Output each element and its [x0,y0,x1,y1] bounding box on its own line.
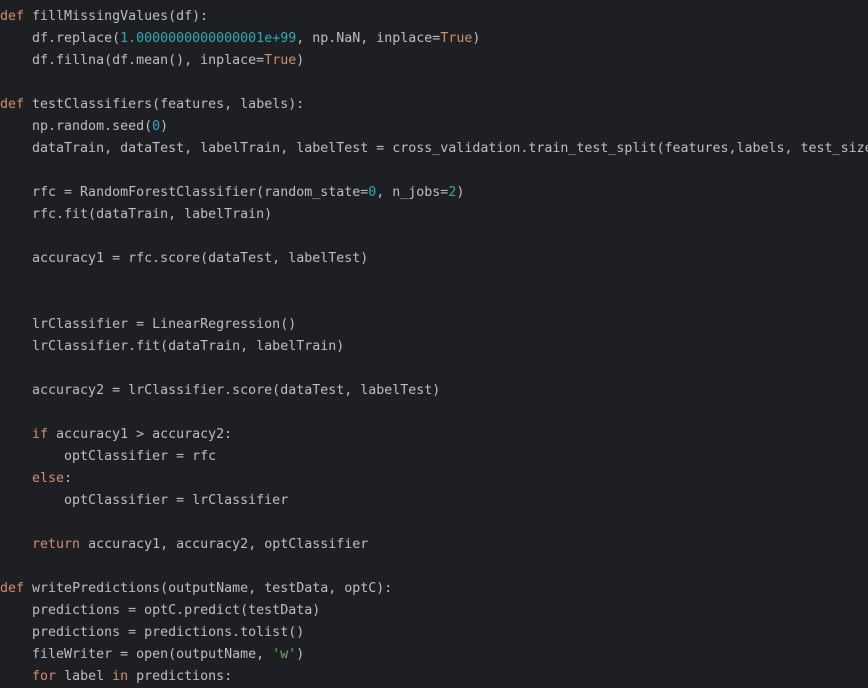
code-line[interactable]: df.replace(1.0000000000000001e+99, np.Na… [0,28,868,50]
code-line[interactable]: if accuracy1 > accuracy2: [0,424,868,446]
code-text: testClassifiers(features, labels): [24,97,305,112]
code-line[interactable]: ​ [0,226,868,248]
code-line[interactable]: def testClassifiers(features, labels): [0,94,868,116]
code-line[interactable]: rfc = RandomForestClassifier(random_stat… [0,182,868,204]
code-editor[interactable]: def fillMissingValues(df): df.replace(1.… [0,0,868,688]
keyword-token: in [112,669,129,684]
code-line[interactable]: lrClassifier.fit(dataTrain, labelTrain) [0,336,868,358]
code-text: accuracy1, accuracy2, optClassifier [80,537,369,552]
string-token: 'w' [272,647,297,662]
code-line[interactable]: df.fillna(df.mean(), inplace=True) [0,50,868,72]
code-text: ) [296,53,305,68]
code-text: fillMissingValues(df): [24,9,209,24]
code-line[interactable]: dataTrain, dataTest, labelTrain, labelTe… [0,138,868,160]
code-line[interactable]: ​ [0,556,868,578]
code-area[interactable]: def fillMissingValues(df): df.replace(1.… [0,6,868,688]
keyword-token: def [0,9,25,24]
code-text: accuracy1 > accuracy2: [48,427,233,442]
code-line[interactable]: accuracy1 = rfc.score(dataTest, labelTes… [0,248,868,270]
code-text: , n_jobs= [376,185,449,200]
code-line[interactable]: ​ [0,160,868,182]
code-text: np.random.seed( [0,119,153,134]
code-text: lrClassifier.fit(dataTrain, labelTrain) [0,339,345,354]
code-text: df.fillna(df.mean(), inplace= [0,53,265,68]
keyword-token: for [32,669,57,684]
code-text: label [56,669,113,684]
code-line[interactable]: accuracy2 = lrClassifier.score(dataTest,… [0,380,868,402]
code-text: rfc.fit(dataTrain, labelTrain) [0,207,273,222]
keyword-token: def [0,97,25,112]
code-text: fileWriter = open(outputName, [0,647,273,662]
keyword-token: True [264,53,297,68]
code-line[interactable]: ​ [0,512,868,534]
code-line[interactable]: ​ [0,292,868,314]
code-line[interactable]: ​ [0,72,868,94]
code-text: rfc = RandomForestClassifier(random_stat… [0,185,369,200]
keyword-token: def [0,581,25,596]
keyword-token: return [32,537,81,552]
code-text: df.replace( [0,31,121,46]
code-text: , np.NaN, inplace= [296,31,441,46]
code-line[interactable]: ​ [0,270,868,292]
keyword-token: True [440,31,473,46]
code-text: predictions = optC.predict(testData) [0,603,321,618]
code-text: predictions: [128,669,233,684]
code-line[interactable]: ​ [0,358,868,380]
code-text: optClassifier = rfc [0,449,217,464]
number-token: 1.0000000000000001e+99 [120,31,297,46]
keyword-token: if [32,427,49,442]
code-line[interactable]: def writePredictions(outputName, testDat… [0,578,868,600]
code-text: lrClassifier = LinearRegression() [0,317,297,332]
code-text: writePredictions(outputName, testData, o… [24,581,393,596]
code-line[interactable]: def fillMissingValues(df): [0,6,868,28]
code-text: predictions = predictions.tolist() [0,625,305,640]
code-text: accuracy1 = rfc.score(dataTest, labelTes… [0,251,369,266]
number-token: 0 [152,119,161,134]
code-text: ) [472,31,481,46]
code-text: ) [456,185,465,200]
code-line[interactable]: predictions = predictions.tolist() [0,622,868,644]
code-line[interactable]: np.random.seed(0) [0,116,868,138]
code-text: dataTrain, dataTest, labelTrain, labelTe… [0,141,868,156]
keyword-token: else [32,471,65,486]
code-text: ) [160,119,169,134]
code-line[interactable]: fileWriter = open(outputName, 'w') [0,644,868,666]
code-line[interactable]: rfc.fit(dataTrain, labelTrain) [0,204,868,226]
code-line[interactable]: ​ [0,402,868,424]
code-text: : [64,471,73,486]
code-line[interactable]: predictions = optC.predict(testData) [0,600,868,622]
code-line[interactable]: lrClassifier = LinearRegression() [0,314,868,336]
code-line[interactable]: for label in predictions: [0,666,868,688]
code-line[interactable]: return accuracy1, accuracy2, optClassifi… [0,534,868,556]
code-text: optClassifier = lrClassifier [0,493,289,508]
code-text: ) [296,647,305,662]
code-line[interactable]: optClassifier = lrClassifier [0,490,868,512]
code-text: accuracy2 = lrClassifier.score(dataTest,… [0,383,441,398]
code-line[interactable]: else: [0,468,868,490]
code-line[interactable]: optClassifier = rfc [0,446,868,468]
